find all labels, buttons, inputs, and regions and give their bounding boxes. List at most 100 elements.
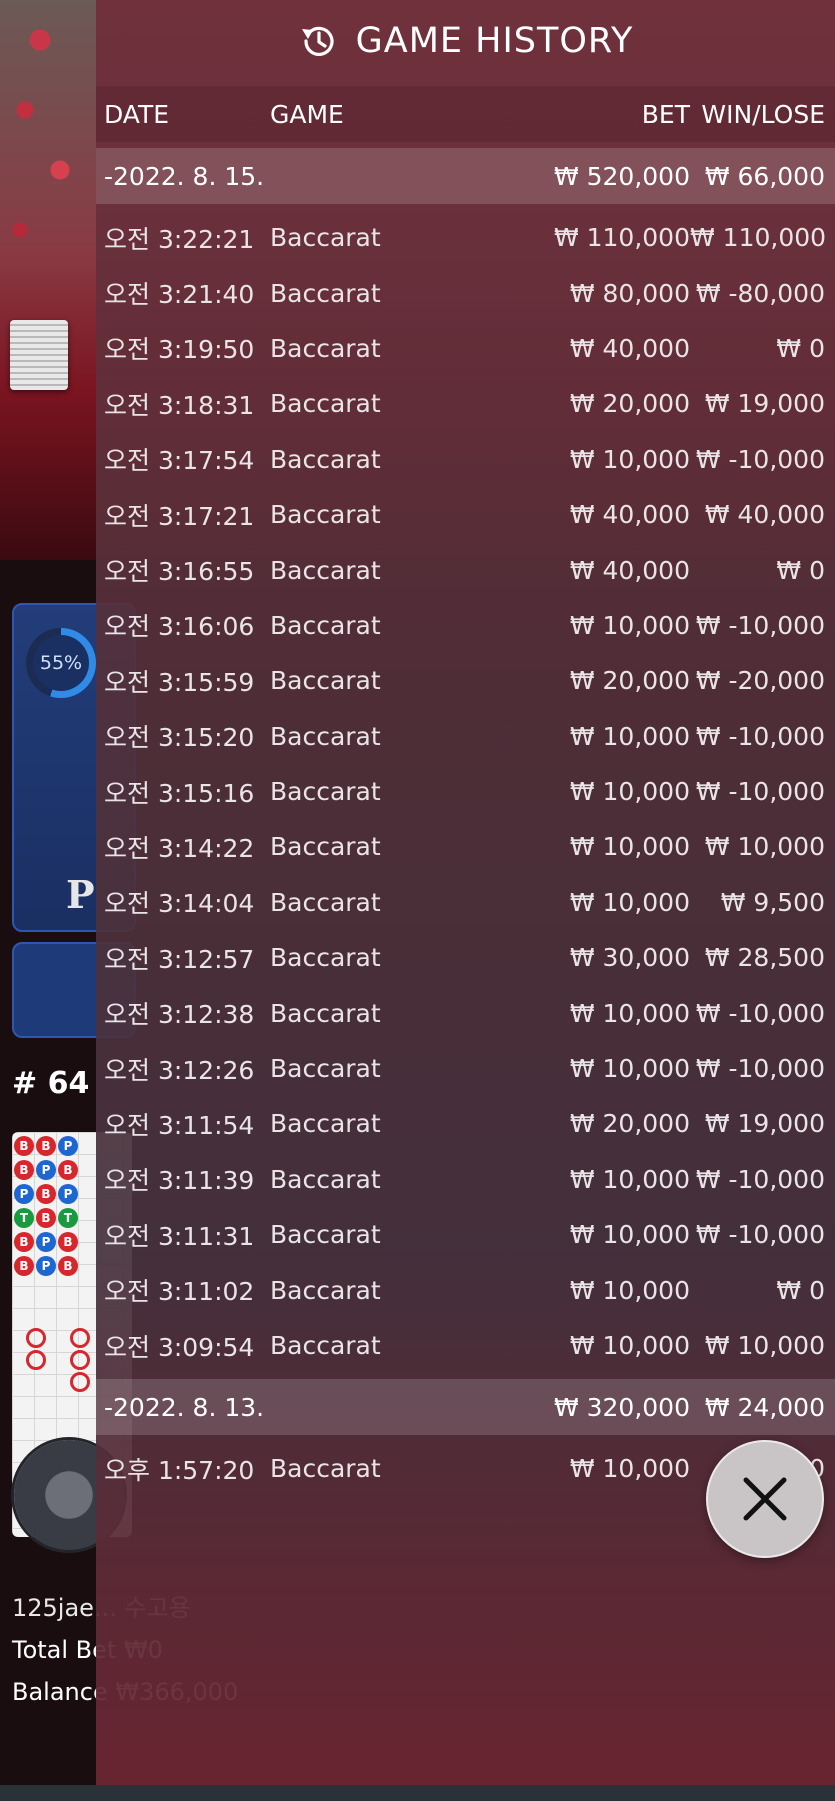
row-game: Baccarat bbox=[270, 777, 381, 807]
row-game: Baccarat bbox=[270, 444, 381, 474]
group-date: -2022. 8. 15. bbox=[104, 161, 265, 191]
row-bet: ₩ 110,000 bbox=[553, 223, 690, 253]
player-letter: P bbox=[66, 872, 95, 917]
round-number: # 64 bbox=[12, 1066, 90, 1101]
row-game: Baccarat bbox=[270, 500, 381, 530]
row-time: 오전 3:11:31 bbox=[104, 1221, 255, 1251]
player-bead: P bbox=[36, 1232, 56, 1252]
player-bead: P bbox=[14, 1184, 34, 1204]
row-game: Baccarat bbox=[270, 832, 381, 862]
row-bet: ₩ 10,000 bbox=[569, 444, 690, 474]
row-time: 오전 3:11:54 bbox=[104, 1110, 255, 1140]
row-win-lose: ₩ 10,000 bbox=[704, 832, 825, 862]
history-row[interactable]: 오전 3:15:59 Baccarat ₩ 20,000 ₩ -20,000 bbox=[96, 653, 835, 708]
row-game: Baccarat bbox=[270, 943, 381, 973]
table-header: DATE GAME BET WIN/LOSE bbox=[96, 86, 835, 142]
row-win-lose: ₩ 10,000 bbox=[704, 1331, 825, 1360]
player-bead: P bbox=[58, 1136, 78, 1156]
row-time: 오전 3:22:21 bbox=[104, 224, 255, 254]
row-win-lose: ₩ -10,000 bbox=[695, 777, 825, 807]
row-time: 오전 3:16:55 bbox=[104, 557, 255, 587]
banker-bead: B bbox=[36, 1208, 56, 1228]
player-bead: P bbox=[58, 1184, 78, 1204]
row-time: 오전 3:17:21 bbox=[104, 501, 255, 531]
date-group-row[interactable]: -2022. 8. 15. ₩ 520,000 ₩ 66,000 bbox=[96, 148, 835, 204]
row-bet: ₩ 10,000 bbox=[569, 1054, 690, 1084]
history-row[interactable]: 오전 3:22:21 Baccarat ₩ 110,000 ₩ 110,000 bbox=[96, 210, 835, 265]
history-row[interactable]: 오전 3:15:16 Baccarat ₩ 10,000 ₩ -10,000 bbox=[96, 764, 835, 819]
row-bet: ₩ 10,000 bbox=[569, 1454, 690, 1484]
row-game: Baccarat bbox=[270, 1275, 381, 1305]
row-time: 오전 3:15:20 bbox=[104, 723, 255, 753]
history-row[interactable]: 오전 3:11:31 Baccarat ₩ 10,000 ₩ -10,000 bbox=[96, 1207, 835, 1262]
row-time: 오전 3:14:22 bbox=[104, 833, 255, 863]
history-row[interactable]: 오전 3:16:55 Baccarat ₩ 40,000 ₩ 0 bbox=[96, 542, 835, 597]
row-win-lose: ₩ 40,000 bbox=[704, 500, 825, 530]
row-win-lose: ₩ -80,000 bbox=[695, 278, 825, 308]
history-row[interactable]: 오전 3:11:39 Baccarat ₩ 10,000 ₩ -10,000 bbox=[96, 1152, 835, 1207]
close-icon bbox=[743, 1477, 787, 1521]
big-road-mark bbox=[26, 1328, 46, 1348]
history-row[interactable]: 오전 3:17:54 Baccarat ₩ 10,000 ₩ -10,000 bbox=[96, 432, 835, 487]
row-bet: ₩ 10,000 bbox=[569, 1331, 690, 1360]
row-bet: ₩ 10,000 bbox=[569, 1220, 690, 1250]
date-group-row[interactable]: -2022. 8. 13. ₩ 320,000 ₩ 24,000 bbox=[96, 1379, 835, 1436]
row-game: Baccarat bbox=[270, 666, 381, 696]
history-row[interactable]: 오전 3:14:22 Baccarat ₩ 10,000 ₩ 10,000 bbox=[96, 819, 835, 874]
history-list[interactable]: -2022. 8. 15. ₩ 520,000 ₩ 66,000 오전 3:22:21… bbox=[96, 142, 835, 1497]
history-row[interactable]: 오전 3:14:04 Baccarat ₩ 10,000 ₩ 9,500 bbox=[96, 875, 835, 930]
row-win-lose: ₩ 110,000 bbox=[690, 223, 827, 253]
history-row[interactable]: 오전 3:12:26 Baccarat ₩ 10,000 ₩ -10,000 bbox=[96, 1041, 835, 1096]
tie-bead: T bbox=[58, 1208, 78, 1228]
banker-bead: B bbox=[14, 1232, 34, 1252]
row-game: Baccarat bbox=[270, 1109, 381, 1139]
history-row[interactable]: 오전 3:12:38 Baccarat ₩ 10,000 ₩ -10,000 bbox=[96, 985, 835, 1040]
row-time: 오전 3:16:06 bbox=[104, 612, 255, 642]
panel-title: GAME HISTORY bbox=[355, 21, 634, 61]
history-row[interactable]: 오전 3:19:50 Baccarat ₩ 40,000 ₩ 0 bbox=[96, 321, 835, 376]
group-date: -2022. 8. 13. bbox=[104, 1392, 265, 1422]
history-row[interactable]: 오전 3:17:21 Baccarat ₩ 40,000 ₩ 40,000 bbox=[96, 487, 835, 542]
big-road-mark bbox=[70, 1350, 90, 1370]
column-win-lose: WIN/LOSE bbox=[701, 99, 825, 129]
history-row[interactable]: 오전 3:21:40 Baccarat ₩ 80,000 ₩ -80,000 bbox=[96, 265, 835, 320]
history-row[interactable]: 오전 3:15:20 Baccarat ₩ 10,000 ₩ -10,000 bbox=[96, 709, 835, 764]
big-road-mark bbox=[70, 1328, 90, 1348]
bottom-bar bbox=[0, 1785, 835, 1801]
history-row[interactable]: 오전 3:11:02 Baccarat ₩ 10,000 ₩ 0 bbox=[96, 1262, 835, 1317]
row-time: 오전 3:12:38 bbox=[104, 1000, 255, 1030]
banker-bead: B bbox=[36, 1136, 56, 1156]
row-win-lose: ₩ 0 bbox=[776, 555, 825, 585]
row-time: 오전 3:15:59 bbox=[104, 667, 255, 697]
row-time: 오전 3:12:57 bbox=[104, 944, 255, 974]
group-win-total: ₩ 66,000 bbox=[704, 161, 825, 191]
row-time: 오전 3:14:04 bbox=[104, 889, 255, 919]
row-bet: ₩ 10,000 bbox=[569, 1164, 690, 1194]
row-game: Baccarat bbox=[270, 1220, 381, 1250]
history-row[interactable]: 오전 3:12:57 Baccarat ₩ 30,000 ₩ 28,500 bbox=[96, 930, 835, 985]
row-bet: ₩ 40,000 bbox=[569, 555, 690, 585]
row-time: 오전 3:19:50 bbox=[104, 335, 255, 365]
row-bet: ₩ 10,000 bbox=[569, 721, 690, 751]
tie-bead: T bbox=[14, 1208, 34, 1228]
row-win-lose: ₩ -10,000 bbox=[695, 610, 825, 640]
history-row[interactable]: 오전 3:11:54 Baccarat ₩ 20,000 ₩ 19,000 bbox=[96, 1096, 835, 1151]
group-bet-total: ₩ 520,000 bbox=[553, 161, 690, 191]
row-bet: ₩ 20,000 bbox=[569, 389, 690, 419]
history-row[interactable]: 오전 3:18:31 Baccarat ₩ 20,000 ₩ 19,000 bbox=[96, 376, 835, 431]
history-row[interactable]: 오전 3:16:06 Baccarat ₩ 10,000 ₩ -10,000 bbox=[96, 598, 835, 653]
row-bet: ₩ 80,000 bbox=[569, 278, 690, 308]
banker-bead: B bbox=[14, 1136, 34, 1156]
row-time: 오전 3:15:16 bbox=[104, 778, 255, 808]
row-win-lose: ₩ 0 bbox=[776, 1275, 825, 1305]
row-game: Baccarat bbox=[270, 887, 381, 917]
row-win-lose: ₩ 0 bbox=[776, 333, 825, 363]
close-button[interactable] bbox=[706, 1440, 824, 1558]
column-game: GAME bbox=[270, 99, 344, 129]
row-time: 오전 3:18:31 bbox=[104, 390, 255, 420]
row-game: Baccarat bbox=[270, 389, 381, 419]
row-bet: ₩ 20,000 bbox=[569, 666, 690, 696]
banker-bead: B bbox=[14, 1256, 34, 1276]
history-row[interactable]: 오전 3:09:54 Baccarat ₩ 10,000 ₩ 10,000 bbox=[96, 1318, 835, 1373]
row-bet: ₩ 40,000 bbox=[569, 500, 690, 530]
